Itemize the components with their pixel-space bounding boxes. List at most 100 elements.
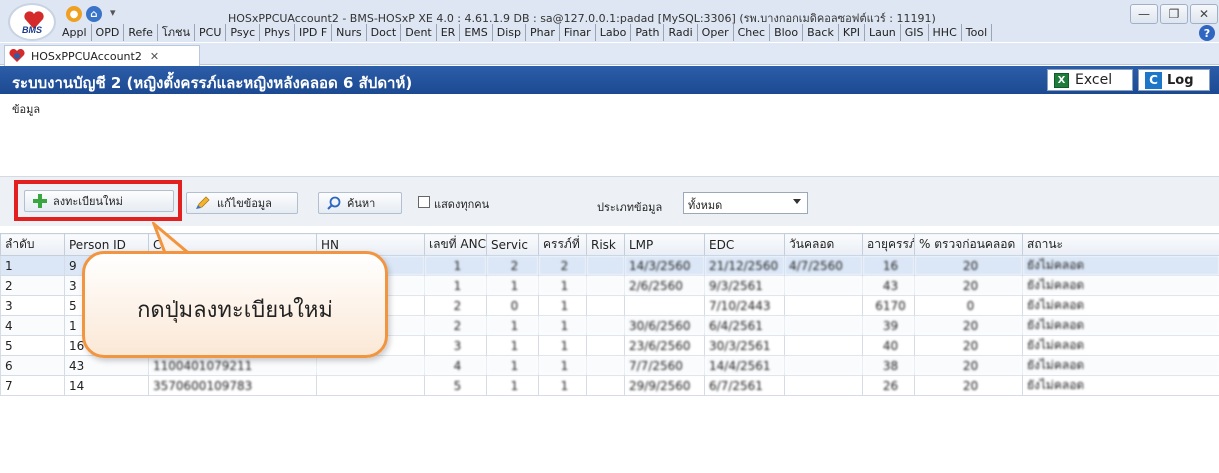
table-cell: 5 (0, 335, 65, 356)
export-excel-button[interactable]: X Excel (1047, 69, 1133, 91)
column-header[interactable]: ครรภ์ที่ (538, 233, 587, 256)
table-cell (624, 295, 705, 316)
table-cell: 6/7/2561 (704, 375, 785, 396)
table-cell: 20 (914, 335, 1023, 356)
table-cell: 23/6/2560 (624, 335, 705, 356)
edit-data-button[interactable]: แก้ไขข้อมูล (186, 192, 298, 214)
table-cell (784, 355, 863, 376)
column-header[interactable]: Servic (486, 233, 539, 256)
menu-item[interactable]: Oper (698, 24, 734, 41)
quick-access-dropdown-icon[interactable]: ▾ (110, 6, 116, 19)
table-cell: 9/3/2561 (704, 275, 785, 296)
table-cell: 30/6/2560 (624, 315, 705, 336)
menu-item[interactable]: EMS (460, 24, 493, 41)
column-header[interactable]: EDC (704, 233, 785, 256)
column-header[interactable]: สถานะ (1022, 233, 1219, 256)
column-header[interactable]: เลขที่ ANC (424, 233, 487, 256)
menu-item[interactable]: Refe (124, 24, 158, 41)
menu-item[interactable]: PCU (195, 24, 227, 41)
table-cell: 14/3/2560 (624, 255, 705, 276)
menu-item[interactable]: Chec (734, 24, 771, 41)
table-cell (586, 255, 625, 276)
data-menu[interactable]: ข้อมูล (12, 100, 40, 118)
table-cell: 2 (0, 275, 65, 296)
table-cell: 14/4/2561 (704, 355, 785, 376)
column-header[interactable]: LMP (624, 233, 705, 256)
show-all-label: แสดงทุกคน (434, 198, 490, 211)
table-cell: ยังไม่คลอด (1022, 295, 1219, 316)
menu-item[interactable]: ER (437, 24, 461, 41)
menu-item[interactable]: Labo (596, 24, 632, 41)
menu-item[interactable]: GIS (901, 24, 929, 41)
save-icon[interactable]: ● (66, 6, 82, 22)
table-cell: 4/7/2560 (784, 255, 863, 276)
help-icon[interactable]: ? (1199, 25, 1215, 41)
menu-item[interactable]: Finar (560, 24, 596, 41)
tab-close-icon[interactable]: ✕ (150, 50, 159, 63)
table-cell: 2/6/2560 (624, 275, 705, 296)
table-cell: 39 (862, 315, 915, 336)
table-cell: 21/12/2560 (704, 255, 785, 276)
show-all-checkbox[interactable] (418, 196, 430, 208)
minimize-button[interactable]: — (1130, 4, 1158, 24)
table-row[interactable]: 7 14 3570600109783 5 1 1 29/9/2560 6/7/2561 26 20… (0, 375, 1219, 396)
table-cell: 1 (538, 295, 587, 316)
menu-item[interactable]: โภชน (158, 24, 196, 41)
maximize-button[interactable]: ❐ (1160, 4, 1188, 24)
log-button[interactable]: C Log (1138, 69, 1210, 91)
menu-item[interactable]: Bloo (770, 24, 804, 41)
table-row[interactable]: 6 43 1100401079211 4 1 1 7/7/2560 14/4/2561 38 20… (0, 355, 1219, 376)
table-cell: 6170 (862, 295, 915, 316)
table-cell (784, 335, 863, 356)
table-cell (316, 375, 425, 396)
table-cell: 43 (862, 275, 915, 296)
document-tab-strip: HOSxPPCUAccount2 ✕ (0, 43, 1219, 66)
table-cell: 2 (424, 295, 487, 316)
table-cell: 4 (424, 355, 487, 376)
close-button[interactable]: ✕ (1190, 4, 1218, 24)
menu-item[interactable]: Laun (865, 24, 901, 41)
menu-item[interactable]: Phys (260, 24, 295, 41)
menu-item[interactable]: Doct (367, 24, 402, 41)
menu-item[interactable]: Nurs (332, 24, 367, 41)
table-cell: 2 (486, 255, 539, 276)
column-header[interactable]: Risk (586, 233, 625, 256)
menu-item[interactable]: Phar (526, 24, 560, 41)
instruction-callout: กดปุ่มลงทะเบียนใหม่ (82, 251, 388, 358)
table-cell: ยังไม่คลอด (1022, 355, 1219, 376)
menu-item[interactable]: Back (803, 24, 839, 41)
column-header[interactable]: % ตรวจก่อนคลอด (914, 233, 1023, 256)
table-cell: 40 (862, 335, 915, 356)
menu-item[interactable]: Disp (493, 24, 527, 41)
highlight-box (14, 180, 182, 221)
menu-item[interactable]: KPI (839, 24, 865, 41)
table-cell: 6 (0, 355, 65, 376)
menu-item[interactable]: Tool (962, 24, 993, 41)
tab-hosxppcuaccount2[interactable]: HOSxPPCUAccount2 ✕ (4, 45, 200, 66)
menu-item[interactable]: Psyc (226, 24, 261, 41)
table-cell (586, 295, 625, 316)
tab-label: HOSxPPCUAccount2 (31, 49, 142, 63)
table-cell: 20 (914, 275, 1023, 296)
app-logo[interactable]: BMS (8, 3, 56, 41)
menu-item[interactable]: OPD (92, 24, 125, 41)
title-bar: BMS ● ⌂ ▾ HOSxPPCUAccount2 - BMS-HOSxP X… (0, 0, 1219, 42)
menu-item[interactable]: Appl (58, 24, 92, 41)
menu-item[interactable]: HHC (929, 24, 962, 41)
menu-item[interactable]: Radi (664, 24, 698, 41)
table-cell (784, 275, 863, 296)
table-cell: 30/3/2561 (704, 335, 785, 356)
excel-label: Excel (1075, 72, 1113, 88)
column-header[interactable]: อายุครรภ์ (862, 233, 915, 256)
table-cell: 14 (64, 375, 149, 396)
table-cell: 1 (0, 255, 65, 276)
home-icon[interactable]: ⌂ (86, 6, 102, 22)
data-type-select[interactable]: ทั้งหมด (683, 192, 808, 214)
menu-item[interactable]: Path (631, 24, 665, 41)
menu-item[interactable]: IPD F (295, 24, 333, 41)
table-cell: 1 (538, 315, 587, 336)
menu-item[interactable]: Dent (401, 24, 437, 41)
column-header[interactable]: ลำดับ (0, 233, 65, 256)
search-button[interactable]: ค้นหา (318, 192, 402, 214)
column-header[interactable]: วันคลอด (784, 233, 863, 256)
